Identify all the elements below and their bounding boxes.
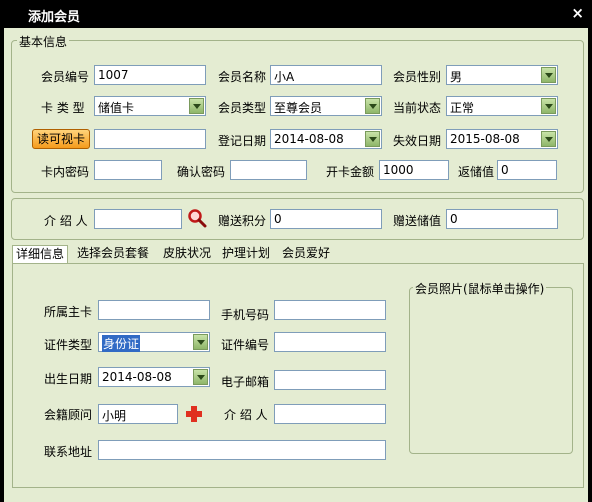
referrer2-label: 介 绍 人 [224,408,268,422]
referrer2-input[interactable] [274,404,386,424]
member-no-label: 会员编号 [41,70,90,84]
register-date-picker[interactable]: 2014-08-08 [270,129,382,149]
primary-card-label: 所属主卡 [44,305,93,319]
status-select[interactable]: 正常 [446,96,558,116]
consultant-label: 会籍顾问 [44,408,93,422]
member-name-label: 会员名称 [218,70,267,84]
expire-date-value: 2015-08-08 [450,132,520,146]
tab-skin-condition[interactable]: 皮肤状况 [160,245,214,263]
chevron-down-icon[interactable] [189,98,204,114]
card-password-input[interactable] [94,160,162,180]
id-type-select[interactable]: 身份证 [98,332,210,352]
address-label: 联系地址 [44,445,93,459]
plus-icon[interactable] [185,405,203,423]
status-value: 正常 [450,101,475,115]
id-type-label: 证件类型 [44,338,93,352]
consultant-input[interactable]: 小明 [98,404,178,424]
rebate-input[interactable]: 0 [497,160,557,180]
id-number-input[interactable] [274,332,386,352]
id-number-label: 证件编号 [221,338,270,352]
chevron-down-icon[interactable] [365,131,380,147]
address-input[interactable] [98,440,386,460]
open-amount-label: 开卡金额 [326,165,375,179]
member-type-label: 会员类型 [218,101,267,115]
member-name-input[interactable]: 小A [270,65,382,85]
bonus-stored-label: 赠送储值 [393,214,442,228]
chevron-down-icon[interactable] [541,67,556,83]
referrer-input[interactable] [94,209,182,229]
expire-date-picker[interactable]: 2015-08-08 [446,129,558,149]
right-border [588,28,592,502]
card-password-label: 卡内密码 [41,165,90,179]
chevron-down-icon[interactable] [365,98,380,114]
confirm-password-input[interactable] [230,160,307,180]
card-type-label: 卡 类 型 [41,101,85,115]
tab-select-package[interactable]: 选择会员套餐 [74,245,152,263]
birth-date-value: 2014-08-08 [102,370,172,384]
chevron-down-icon[interactable] [193,334,208,350]
bonus-points-label: 赠送积分 [218,214,267,228]
chevron-down-icon[interactable] [541,98,556,114]
read-card-button[interactable]: 读可视卡 [32,129,90,149]
tab-care-plan[interactable]: 护理计划 [219,245,273,263]
card-type-value: 储值卡 [98,101,135,115]
chevron-down-icon[interactable] [541,131,556,147]
member-type-select[interactable]: 至尊会员 [270,96,382,116]
title-bar: 添加会员 × [0,0,592,28]
birth-date-label: 出生日期 [44,372,93,386]
basic-info-legend: 基本信息 [17,33,70,50]
magnifier-icon[interactable] [187,208,207,228]
tab-detail-info[interactable]: 详细信息 [12,245,69,263]
register-date-label: 登记日期 [218,134,267,148]
photo-legend: 会员照片(鼠标单击操作) [413,280,547,297]
mobile-input[interactable] [274,300,386,320]
primary-card-input[interactable] [98,300,210,320]
close-icon[interactable]: × [571,4,584,22]
mobile-label: 手机号码 [221,308,270,322]
card-number-input[interactable] [94,129,206,149]
confirm-password-label: 确认密码 [177,165,226,179]
member-type-value: 至尊会员 [274,101,323,115]
register-date-value: 2014-08-08 [274,132,344,146]
email-input[interactable] [274,370,386,390]
rebate-label: 返储值 [458,165,495,179]
open-amount-input[interactable]: 1000 [379,160,449,180]
photo-group[interactable] [409,287,573,454]
gender-select[interactable]: 男 [446,65,558,85]
expire-date-label: 失效日期 [393,134,442,148]
referrer-label: 介 绍 人 [44,214,88,228]
email-label: 电子邮箱 [221,375,270,389]
gender-value: 男 [450,70,463,84]
window-title: 添加会员 [28,10,81,25]
card-type-select[interactable]: 储值卡 [94,96,206,116]
member-no-input[interactable]: 1007 [94,65,206,85]
bonus-stored-input[interactable]: 0 [446,209,558,229]
chevron-down-icon[interactable] [193,369,208,385]
gender-label: 会员性别 [393,70,442,84]
tab-member-hobbies[interactable]: 会员爱好 [279,245,333,263]
birth-date-picker[interactable]: 2014-08-08 [98,367,210,387]
status-label: 当前状态 [393,101,442,115]
bonus-points-input[interactable]: 0 [270,209,382,229]
id-type-value: 身份证 [102,335,141,352]
